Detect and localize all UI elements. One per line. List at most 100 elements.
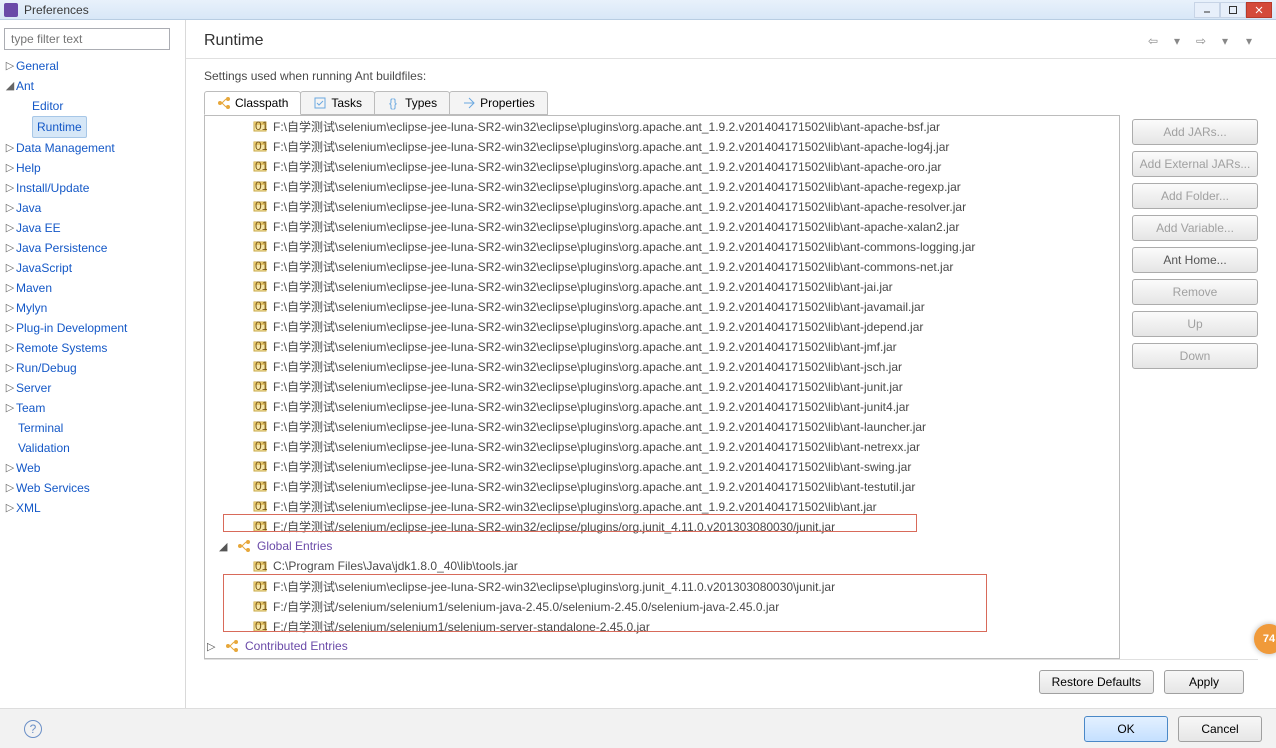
tab-properties[interactable]: Properties — [449, 91, 548, 115]
tree-item-team[interactable]: ▷Team — [4, 398, 181, 418]
tree-item-help[interactable]: ▷Help — [4, 158, 181, 178]
tab-types[interactable]: {} Types — [374, 91, 450, 115]
jar-row[interactable]: 010F:\自学测试\selenium\eclipse-jee-luna-SR2… — [205, 256, 1119, 276]
jar-row[interactable]: 010F:\自学测试\selenium\eclipse-jee-luna-SR2… — [205, 496, 1119, 516]
tree-item-mylyn[interactable]: ▷Mylyn — [4, 298, 181, 318]
minimize-button[interactable] — [1194, 2, 1220, 18]
tree-item-server[interactable]: ▷Server — [4, 378, 181, 398]
svg-text:010: 010 — [255, 140, 267, 152]
tree-item-validation[interactable]: Validation — [4, 438, 181, 458]
jar-icon: 010 — [253, 620, 267, 632]
jar-row[interactable]: 010F:/自学测试/selenium/selenium1/selenium-j… — [205, 596, 1119, 616]
tree-item-install-update[interactable]: ▷Install/Update — [4, 178, 181, 198]
jar-row[interactable]: 010F:\自学测试\selenium\eclipse-jee-luna-SR2… — [205, 196, 1119, 216]
help-icon[interactable]: ? — [24, 720, 42, 738]
jar-row[interactable]: 010F:\自学测试\selenium\eclipse-jee-luna-SR2… — [205, 576, 1119, 596]
tree-item-ant[interactable]: ◢Ant — [4, 76, 181, 96]
add-jars-button[interactable]: Add JARs... — [1132, 119, 1258, 145]
jar-path: F:\自学测试\selenium\eclipse-jee-luna-SR2-wi… — [273, 218, 959, 235]
add-external-jars-button[interactable]: Add External JARs... — [1132, 151, 1258, 177]
triangle-right-icon: ▷ — [4, 458, 16, 478]
jar-path: F:\自学测试\selenium\eclipse-jee-luna-SR2-wi… — [273, 118, 940, 135]
tree-item-terminal[interactable]: Terminal — [4, 418, 181, 438]
close-button[interactable] — [1246, 2, 1272, 18]
tree-item-runtime[interactable]: Runtime — [4, 116, 181, 138]
tree-item-data-management[interactable]: ▷Data Management — [4, 138, 181, 158]
tree-item-run-debug[interactable]: ▷Run/Debug — [4, 358, 181, 378]
tree-item-remote-systems[interactable]: ▷Remote Systems — [4, 338, 181, 358]
tree-item-editor[interactable]: Editor — [4, 96, 181, 116]
forward-menu-icon[interactable]: ▾ — [1216, 32, 1234, 50]
tree-item-java-ee[interactable]: ▷Java EE — [4, 218, 181, 238]
triangle-down-icon: ◢ — [4, 76, 16, 96]
classpath-list[interactable]: 010 F:\自学测试\selenium\eclipse-jee-luna-SR2… — [204, 115, 1120, 659]
back-icon[interactable]: ⇦ — [1144, 32, 1162, 50]
tab-tasks[interactable]: Tasks — [300, 91, 375, 115]
forward-icon[interactable]: ⇨ — [1192, 32, 1210, 50]
jar-row[interactable]: 010F:\自学测试\selenium\eclipse-jee-luna-SR2… — [205, 136, 1119, 156]
jar-row[interactable]: 010F:\自学测试\selenium\eclipse-jee-luna-SR2… — [205, 216, 1119, 236]
tree-item-general[interactable]: ▷General — [4, 56, 181, 76]
filter-input[interactable] — [4, 28, 170, 50]
triangle-down-icon: ◢ — [219, 540, 231, 553]
ant-home-button[interactable]: Ant Home... — [1132, 247, 1258, 273]
tree-item-java[interactable]: ▷Java — [4, 198, 181, 218]
jar-icon: 010 — [253, 420, 267, 432]
view-menu-icon[interactable]: ▾ — [1240, 32, 1258, 50]
triangle-right-icon: ▷ — [4, 338, 16, 358]
triangle-right-icon: ▷ — [4, 198, 16, 218]
jar-row[interactable]: 010F:\自学测试\selenium\eclipse-jee-luna-SR2… — [205, 396, 1119, 416]
jar-row[interactable]: 010F:\自学测试\selenium\eclipse-jee-luna-SR2… — [205, 296, 1119, 316]
triangle-right-icon: ▷ — [4, 138, 16, 158]
jar-row[interactable]: 010F:\自学测试\selenium\eclipse-jee-luna-SR2… — [205, 376, 1119, 396]
jar-row[interactable]: 010F:\自学测试\selenium\eclipse-jee-luna-SR2… — [205, 176, 1119, 196]
tree-item-javascript[interactable]: ▷JavaScript — [4, 258, 181, 278]
jar-row[interactable]: 010F:\自学测试\selenium\eclipse-jee-luna-SR2… — [205, 276, 1119, 296]
jar-icon: 010 — [253, 320, 267, 332]
tree-item-java-persistence[interactable]: ▷Java Persistence — [4, 238, 181, 258]
triangle-right-icon: ▷ — [207, 640, 219, 653]
jar-row[interactable]: 010F:\自学测试\selenium\eclipse-jee-luna-SR2… — [205, 316, 1119, 336]
tree-item-plugin-development[interactable]: ▷Plug-in Development — [4, 318, 181, 338]
down-button[interactable]: Down — [1132, 343, 1258, 369]
jar-row[interactable]: 010F:/自学测试/selenium/selenium1/selenium-s… — [205, 616, 1119, 636]
tree-item-web[interactable]: ▷Web — [4, 458, 181, 478]
jar-path: F:\自学测试\selenium\eclipse-jee-luna-SR2-wi… — [273, 238, 975, 255]
cancel-button[interactable]: Cancel — [1178, 716, 1262, 742]
add-variable-button[interactable]: Add Variable... — [1132, 215, 1258, 241]
back-menu-icon[interactable]: ▾ — [1168, 32, 1186, 50]
page-footer-buttons: Restore Defaults Apply — [204, 659, 1258, 702]
tree-item-maven[interactable]: ▷Maven — [4, 278, 181, 298]
svg-text:010: 010 — [255, 400, 267, 412]
jar-row[interactable]: 010F:\自学测试\selenium\eclipse-jee-luna-SR2… — [205, 436, 1119, 456]
up-button[interactable]: Up — [1132, 311, 1258, 337]
jar-row[interactable]: 010F:\自学测试\selenium\eclipse-jee-luna-SR2… — [205, 156, 1119, 176]
preferences-tree-pane: ▷General ◢Ant Editor Runtime ▷Data Manag… — [0, 20, 186, 708]
jar-row[interactable]: 010F:\自学测试\selenium\eclipse-jee-luna-SR2… — [205, 476, 1119, 496]
jar-icon: 010 — [253, 580, 267, 592]
jar-row[interactable]: 010F:/自学测试/selenium/eclipse-jee-luna-SR2… — [205, 516, 1119, 536]
apply-button[interactable]: Apply — [1164, 670, 1244, 694]
add-folder-button[interactable]: Add Folder... — [1132, 183, 1258, 209]
jar-row[interactable]: 010F:\自学测试\selenium\eclipse-jee-luna-SR2… — [205, 456, 1119, 476]
jar-row[interactable]: 010F:\自学测试\selenium\eclipse-jee-luna-SR2… — [205, 236, 1119, 256]
global-entries-group[interactable]: ◢ Global Entries — [205, 536, 1119, 556]
contributed-entries-group[interactable]: ▷ Contributed Entries — [205, 636, 1119, 656]
ok-button[interactable]: OK — [1084, 716, 1168, 742]
triangle-right-icon: ▷ — [4, 258, 16, 278]
jar-row[interactable]: 010C:\Program Files\Java\jdk1.8.0_40\lib… — [205, 556, 1119, 576]
nav-icons: ⇦ ▾ ⇨ ▾ ▾ — [1144, 32, 1258, 50]
jar-row[interactable]: 010F:\自学测试\selenium\eclipse-jee-luna-SR2… — [205, 116, 1119, 136]
tab-classpath[interactable]: Classpath — [204, 91, 301, 115]
restore-defaults-button[interactable]: Restore Defaults — [1039, 670, 1154, 694]
maximize-button[interactable] — [1220, 2, 1246, 18]
svg-text:010: 010 — [255, 480, 267, 492]
tree-item-web-services[interactable]: ▷Web Services — [4, 478, 181, 498]
jar-row[interactable]: 010F:\自学测试\selenium\eclipse-jee-luna-SR2… — [205, 416, 1119, 436]
content-row: 010 F:\自学测试\selenium\eclipse-jee-luna-SR2… — [204, 115, 1258, 659]
tree-item-xml[interactable]: ▷XML — [4, 498, 181, 518]
jar-row[interactable]: 010F:\自学测试\selenium\eclipse-jee-luna-SR2… — [205, 336, 1119, 356]
remove-button[interactable]: Remove — [1132, 279, 1258, 305]
jar-icon: 010 — [253, 460, 267, 472]
jar-row[interactable]: 010F:\自学测试\selenium\eclipse-jee-luna-SR2… — [205, 356, 1119, 376]
